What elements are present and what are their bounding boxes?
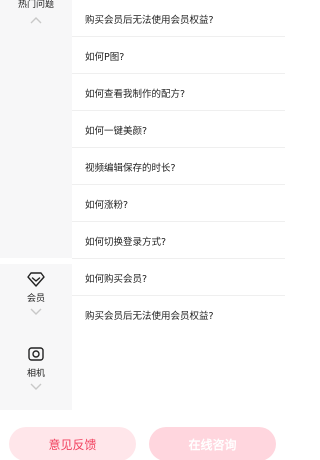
sidebar-item-camera[interactable]: 相机	[0, 345, 72, 391]
sidebar-divider	[0, 258, 72, 264]
sidebar-item-label: 会员	[26, 294, 45, 304]
question-item[interactable]: 如何P图?	[72, 37, 285, 74]
question-item[interactable]: 如何切换登录方式?	[72, 222, 285, 259]
chevron-down-icon	[30, 383, 42, 390]
question-item[interactable]: 如何查看我制作的配方?	[72, 74, 285, 111]
vip-diamond-icon	[27, 272, 45, 287]
online-consult-button[interactable]: 在线咨询	[149, 427, 276, 460]
question-item[interactable]: 如何涨粉?	[72, 185, 285, 222]
question-item[interactable]: 购买会员后无法使用会员权益?	[72, 0, 285, 37]
sidebar-item-label: 热门问题	[17, 0, 54, 10]
sidebar-item-label: 相机	[26, 369, 45, 379]
chevron-down-icon	[30, 308, 42, 315]
chevron-up-icon	[30, 17, 42, 24]
question-item[interactable]: 如何一键美颜?	[72, 111, 285, 148]
question-item[interactable]: 如何购买会员?	[72, 259, 285, 296]
feedback-button[interactable]: 意见反馈	[9, 427, 136, 460]
sidebar-item-hot[interactable]: 热门问题	[0, 0, 72, 24]
category-sidebar: 热门问题 会员 相机	[0, 0, 72, 410]
bottom-action-bar: 意见反馈 在线咨询	[0, 410, 285, 460]
question-item[interactable]: 视频编辑保存的时长?	[72, 148, 285, 185]
question-item[interactable]: 购买会员后无法使用会员权益?	[72, 296, 285, 333]
camera-icon	[28, 347, 44, 361]
sidebar-item-member[interactable]: 会员	[0, 270, 72, 316]
question-list: 购买会员后无法使用会员权益? 如何P图? 如何查看我制作的配方? 如何一键美颜?…	[72, 0, 285, 410]
